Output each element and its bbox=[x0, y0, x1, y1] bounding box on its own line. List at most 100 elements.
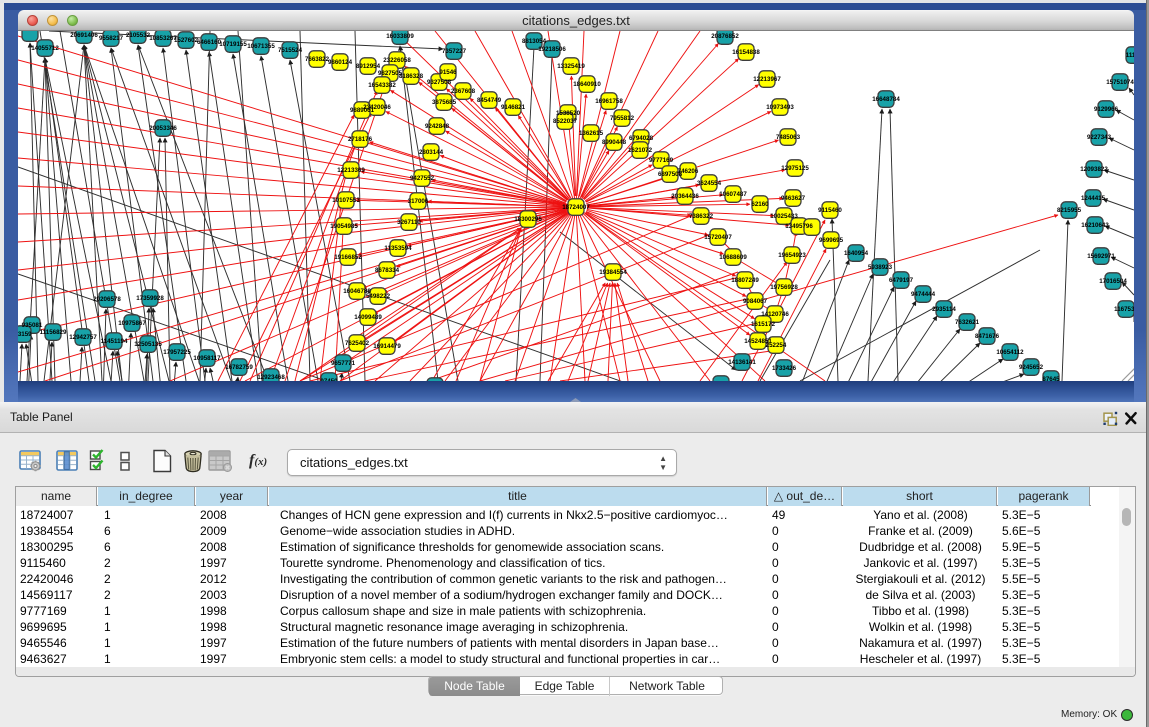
svg-text:9084067: 9084067 bbox=[743, 298, 768, 305]
svg-text:15751074: 15751074 bbox=[1106, 79, 1134, 86]
svg-text:17016504: 17016504 bbox=[1099, 278, 1127, 285]
svg-text:252254: 252254 bbox=[766, 342, 787, 349]
svg-text:14055712: 14055712 bbox=[31, 45, 59, 52]
svg-text:15692971: 15692971 bbox=[1087, 253, 1115, 260]
svg-text:8471676: 8471676 bbox=[975, 333, 1000, 340]
svg-text:19218506: 19218506 bbox=[538, 46, 566, 53]
svg-text:9245652: 9245652 bbox=[1019, 364, 1044, 371]
svg-text:19054985: 19054985 bbox=[330, 223, 358, 230]
svg-text:19384554: 19384554 bbox=[599, 269, 627, 276]
svg-text:8522037: 8522037 bbox=[553, 118, 578, 125]
svg-text:17359928: 17359928 bbox=[136, 295, 164, 302]
svg-text:9558217: 9558217 bbox=[99, 35, 124, 42]
svg-text:11124: 11124 bbox=[1126, 52, 1134, 59]
svg-text:12975125: 12975125 bbox=[781, 165, 809, 172]
svg-text:18724007: 18724007 bbox=[562, 204, 590, 211]
svg-text:19756928: 19756928 bbox=[770, 284, 798, 291]
svg-text:12942757: 12942757 bbox=[69, 334, 97, 341]
svg-text:6466160: 6466160 bbox=[197, 39, 222, 46]
svg-text:7625402: 7625402 bbox=[345, 340, 370, 347]
svg-text:16210643: 16210643 bbox=[1081, 222, 1109, 229]
svg-text:9777169: 9777169 bbox=[649, 157, 674, 164]
svg-text:11451194: 11451194 bbox=[101, 338, 128, 345]
svg-text:9242848: 9242848 bbox=[425, 123, 450, 130]
svg-text:16648784: 16648784 bbox=[872, 96, 900, 103]
svg-text:9657771: 9657771 bbox=[331, 360, 356, 367]
svg-text:9889061: 9889061 bbox=[350, 107, 375, 114]
svg-text:8912954: 8912954 bbox=[356, 63, 381, 70]
svg-text:1733426: 1733426 bbox=[772, 365, 797, 372]
svg-text:16961758: 16961758 bbox=[595, 98, 623, 105]
svg-text:14120746: 14120746 bbox=[761, 311, 789, 318]
svg-text:8990448: 8990448 bbox=[602, 139, 627, 146]
svg-text:10671355: 10671355 bbox=[247, 43, 275, 50]
svg-text:6479197: 6479197 bbox=[889, 277, 914, 284]
svg-text:19166852: 19166852 bbox=[334, 254, 362, 261]
svg-text:2718176: 2718176 bbox=[348, 136, 373, 143]
svg-text:2105532: 2105532 bbox=[126, 32, 151, 39]
svg-text:9463627: 9463627 bbox=[781, 195, 806, 202]
svg-text:16033809: 16033809 bbox=[386, 33, 414, 40]
svg-text:9146821: 9146821 bbox=[501, 104, 526, 111]
svg-text:17957225: 17957225 bbox=[163, 349, 191, 356]
svg-text:2803144: 2803144 bbox=[419, 149, 444, 156]
svg-text:1244415: 1244415 bbox=[1081, 195, 1106, 202]
svg-text:20364436: 20364436 bbox=[671, 193, 699, 200]
svg-text:9115460: 9115460 bbox=[818, 207, 842, 214]
svg-text:8215955: 8215955 bbox=[1057, 207, 1082, 214]
svg-text:1621072: 1621072 bbox=[628, 147, 653, 154]
svg-text:10975867: 10975867 bbox=[118, 320, 146, 327]
svg-text:11353594: 11353594 bbox=[384, 245, 412, 252]
svg-text:5498222: 5498222 bbox=[366, 293, 391, 300]
svg-text:1615172: 1615172 bbox=[751, 321, 776, 328]
svg-text:3624554: 3624554 bbox=[697, 180, 722, 187]
svg-text:12213967: 12213967 bbox=[753, 76, 781, 83]
svg-text:12093822: 12093822 bbox=[1080, 166, 1108, 173]
svg-text:317006: 317006 bbox=[408, 198, 429, 205]
svg-text:8186328: 8186328 bbox=[399, 73, 424, 80]
svg-text:10719155: 10719155 bbox=[219, 41, 247, 48]
svg-text:3875685: 3875685 bbox=[432, 99, 457, 106]
svg-text:7632621: 7632621 bbox=[955, 319, 980, 326]
svg-text:6794028: 6794028 bbox=[629, 135, 654, 142]
svg-text:12923468: 12923468 bbox=[257, 374, 285, 381]
svg-text:62160: 62160 bbox=[751, 201, 769, 208]
svg-text:5938923: 5938923 bbox=[868, 264, 893, 271]
svg-text:91546: 91546 bbox=[439, 69, 457, 76]
svg-text:14136141: 14136141 bbox=[728, 359, 756, 366]
svg-text:9227343: 9227343 bbox=[1087, 134, 1112, 141]
svg-text:97450: 97450 bbox=[320, 378, 338, 381]
svg-text:1362615: 1362615 bbox=[579, 130, 604, 137]
svg-text:13325419: 13325419 bbox=[557, 63, 585, 70]
svg-text:10688609: 10688609 bbox=[719, 254, 747, 261]
svg-text:20876852: 20876852 bbox=[711, 33, 739, 40]
svg-text:16914479: 16914479 bbox=[373, 343, 401, 350]
svg-text:9427552: 9427552 bbox=[410, 175, 435, 182]
svg-text:1167533: 1167533 bbox=[1114, 306, 1134, 313]
svg-text:18300295: 18300295 bbox=[514, 216, 542, 223]
svg-text:9327508: 9327508 bbox=[427, 79, 452, 86]
svg-text:14099489: 14099489 bbox=[354, 314, 382, 321]
svg-text:8678334: 8678334 bbox=[375, 267, 400, 274]
svg-text:1640954: 1640954 bbox=[844, 250, 869, 257]
svg-text:19654923: 19654923 bbox=[778, 252, 806, 259]
svg-text:23226058: 23226058 bbox=[383, 57, 411, 64]
svg-text:12213369: 12213369 bbox=[337, 167, 365, 174]
svg-text:7357227: 7357227 bbox=[442, 48, 467, 55]
svg-text:7663822: 7663822 bbox=[305, 56, 330, 63]
svg-text:8813054: 8813054 bbox=[522, 38, 547, 45]
svg-text:9699695: 9699695 bbox=[819, 237, 844, 244]
svg-text:7515524: 7515524 bbox=[278, 47, 303, 54]
svg-text:11156829: 11156829 bbox=[40, 329, 67, 336]
svg-text:18640910: 18640910 bbox=[573, 81, 601, 88]
svg-text:7386322: 7386322 bbox=[689, 213, 714, 220]
svg-text:7485063: 7485063 bbox=[776, 134, 801, 141]
svg-text:3267110: 3267110 bbox=[397, 219, 421, 226]
svg-text:16154838: 16154838 bbox=[732, 49, 760, 56]
svg-text:7955812: 7955812 bbox=[610, 115, 635, 122]
svg-text:10654112: 10654112 bbox=[996, 349, 1024, 356]
svg-text:20206578: 20206578 bbox=[93, 296, 121, 303]
svg-text:16782759: 16782759 bbox=[225, 364, 253, 371]
svg-text:9860124: 9860124 bbox=[328, 59, 353, 66]
svg-text:10607487: 10607487 bbox=[719, 191, 747, 198]
